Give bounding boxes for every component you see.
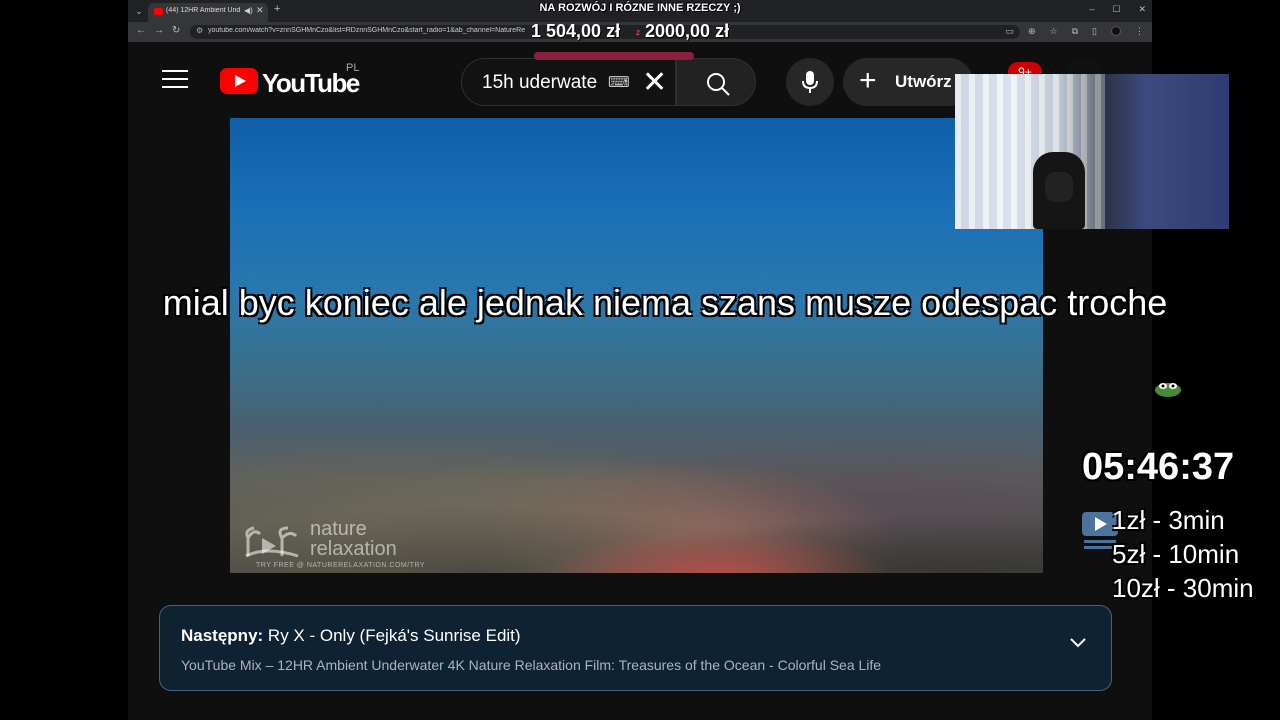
subathon-timer: 05:46:37 <box>1082 446 1235 488</box>
back-icon[interactable]: ← <box>136 25 146 36</box>
up-next-song: Ry X - Only (Fejká's Sunrise Edit) <box>267 626 521 645</box>
plus-icon: + <box>859 64 877 97</box>
search-value: 15h uderwate <box>482 72 598 93</box>
nature-relaxation-logo-icon <box>245 526 299 558</box>
search-input[interactable]: 15h uderwate ⌨ ✕ <box>461 58 676 106</box>
timer-rate: 5zł - 10min <box>1112 539 1240 569</box>
create-label: Utwórz <box>895 72 952 91</box>
goal-progress-bar <box>534 52 694 60</box>
up-next-prefix: Następny: <box>181 626 264 645</box>
browser-menu-icon[interactable]: ⋮ <box>1135 26 1144 37</box>
extensions-area: ▭ ⊕ ☆ ⧉ ▯ ⋮ <box>1005 26 1144 37</box>
create-button[interactable]: + Utwórz <box>843 58 973 106</box>
person-graphic <box>1045 172 1073 202</box>
timer-rate: 1zł - 3min <box>1112 505 1225 535</box>
youtube-logo-text[interactable]: YouTube <box>262 68 360 99</box>
stream-caption: mial byc koniec ale jednak niema szans m… <box>162 282 1168 323</box>
forward-icon[interactable]: → <box>154 25 164 36</box>
microphone-icon <box>802 71 818 93</box>
reload-icon[interactable]: ↻ <box>172 25 180 36</box>
up-next-title: Następny: Ry X - Only (Fejká's Sunrise E… <box>181 626 521 646</box>
profile-avatar[interactable] <box>1111 26 1121 36</box>
cast-icon[interactable]: ▭ <box>1005 26 1014 37</box>
watermark-url: TRY FREE @ NATURERELAXATION.COM/TRY <box>256 562 426 569</box>
chevron-down-icon[interactable] <box>1068 636 1088 650</box>
clear-search-icon[interactable]: ✕ <box>642 65 667 100</box>
url-text: youtube.com/watch?v=znnSGHMnCzo&list=RDz… <box>208 27 526 34</box>
watermark-text: relaxation <box>310 538 397 560</box>
zoom-icon[interactable]: ⊕ <box>1028 26 1036 37</box>
stream-goal-title: NA ROZWÓJ I RÓZNE INNE RZECZY ;) <box>539 2 741 14</box>
voice-search-button[interactable] <box>786 58 834 106</box>
stream-screen: ⌄ (44) 12HR Ambient Underwa ◀) ✕ + – ☐ ✕… <box>0 0 1280 720</box>
goal-separator: z <box>636 28 640 37</box>
sidebar-icon[interactable]: ▯ <box>1092 26 1097 37</box>
goal-current: 1 504,00 zł <box>531 21 621 41</box>
video-player[interactable]: nature relaxation TRY FREE @ NATURERELAX… <box>230 118 1043 573</box>
pepe-emote-icon <box>1155 383 1181 397</box>
bookmark-star-icon[interactable]: ☆ <box>1050 26 1058 37</box>
timer-rate: 10zł - 30min <box>1112 573 1254 603</box>
site-info-icon[interactable]: ⚙ <box>196 26 203 35</box>
goal-target: 2000,00 zł <box>645 21 730 41</box>
youtube-logo-icon[interactable] <box>220 68 258 94</box>
extensions-icon[interactable]: ⧉ <box>1072 26 1078 37</box>
hamburger-menu-icon[interactable] <box>162 70 188 90</box>
search-icon <box>707 73 730 96</box>
region-label: PL <box>346 62 360 74</box>
up-next-panel[interactable]: Następny: Ry X - Only (Fejká's Sunrise E… <box>159 605 1112 691</box>
search-button[interactable] <box>676 58 756 106</box>
playlist-title: YouTube Mix – 12HR Ambient Underwater 4K… <box>181 657 882 673</box>
donation-goal: 1 504,00 zł z 2000,00 zł <box>510 20 770 60</box>
webcam-feed <box>955 74 1229 229</box>
keyboard-icon[interactable]: ⌨ <box>608 73 630 91</box>
